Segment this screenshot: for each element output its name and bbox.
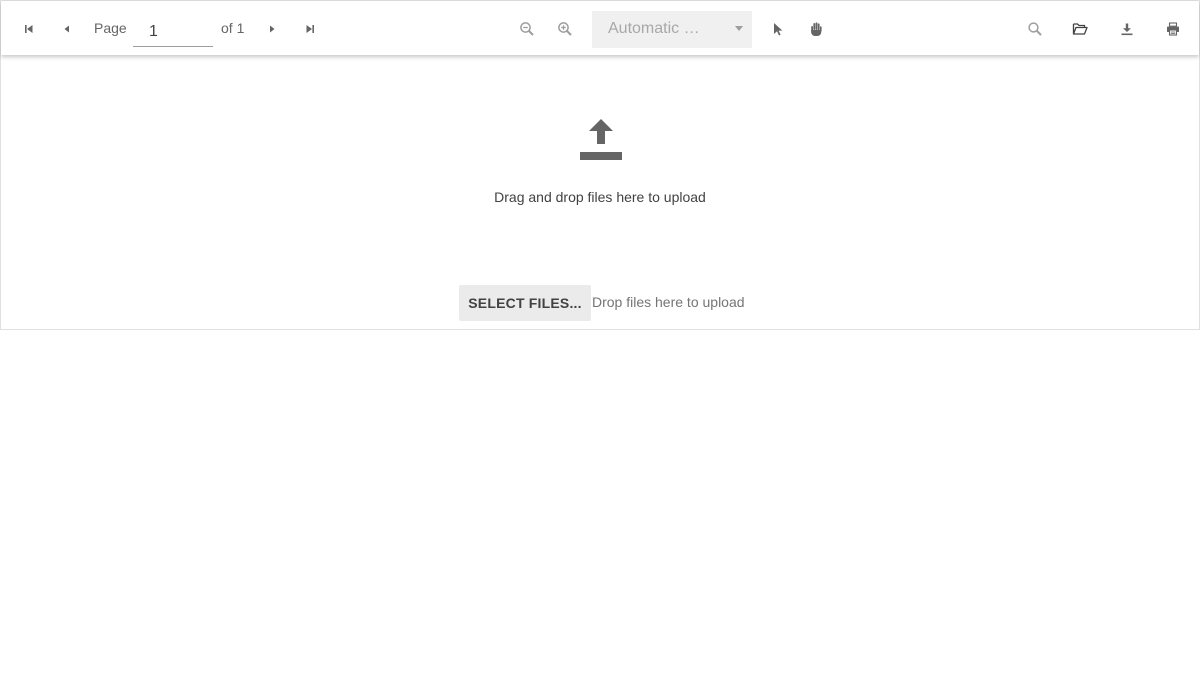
- next-page-button[interactable]: [257, 14, 287, 44]
- hand-icon: [811, 22, 822, 36]
- drop-zone-hint: Drop files here to upload: [592, 294, 745, 310]
- download-icon: [1121, 23, 1133, 36]
- chevron-down-icon: [735, 26, 743, 31]
- zoom-out-button[interactable]: [512, 14, 542, 44]
- upload-icon: [580, 119, 622, 160]
- zoom-in-icon: [558, 22, 572, 36]
- print-icon: [1167, 22, 1179, 36]
- page-number-input[interactable]: [133, 11, 213, 47]
- text-select-tool-button[interactable]: [763, 14, 793, 44]
- folder-open-icon: [1072, 23, 1088, 35]
- page-count: of 1: [221, 20, 245, 36]
- page-label: Page: [94, 20, 127, 36]
- download-button[interactable]: [1112, 14, 1142, 44]
- previous-page-icon: [64, 25, 69, 33]
- last-page-icon: [306, 25, 314, 33]
- search-button[interactable]: [1020, 14, 1050, 44]
- toolbar: Page of 1: [1, 1, 1199, 55]
- zoom-select-value: Automatic Width: [608, 20, 714, 37]
- zoom-out-icon: [520, 22, 534, 36]
- select-files-button[interactable]: SELECT FILES...: [459, 285, 591, 321]
- zoom-select[interactable]: Automatic Width: [592, 11, 752, 48]
- last-page-button[interactable]: [295, 14, 325, 44]
- file-drop-zone[interactable]: Drag and drop files here to upload SELEC…: [1, 55, 1199, 329]
- previous-page-button[interactable]: [52, 14, 82, 44]
- pdf-viewer: Page of 1: [0, 0, 1200, 330]
- zoom-in-button[interactable]: [550, 14, 580, 44]
- search-icon: [1028, 22, 1042, 36]
- open-file-button[interactable]: [1065, 14, 1095, 44]
- next-page-icon: [270, 25, 275, 33]
- print-button[interactable]: [1158, 14, 1188, 44]
- first-page-button[interactable]: [14, 14, 44, 44]
- drop-zone-title: Drag and drop files here to upload: [494, 189, 706, 205]
- pan-tool-button[interactable]: [801, 14, 831, 44]
- first-page-icon: [25, 25, 33, 33]
- cursor-icon: [774, 23, 783, 36]
